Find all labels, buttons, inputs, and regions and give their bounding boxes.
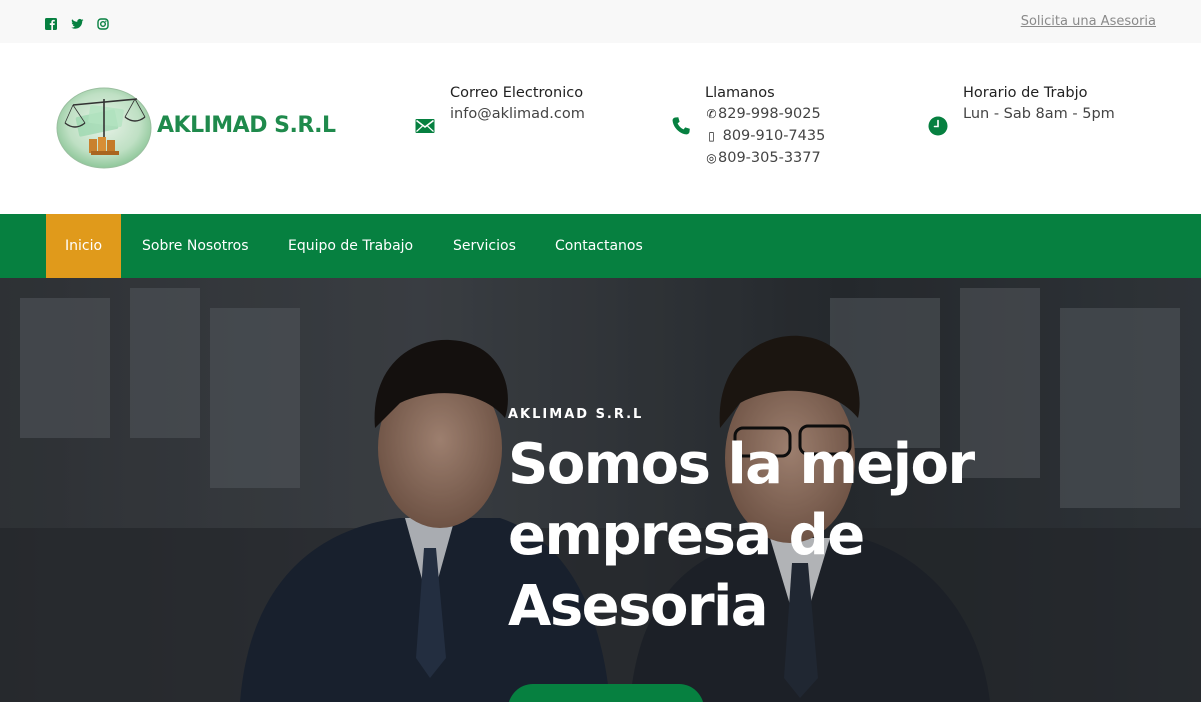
- header: AKLIMAD S.R.L Correo Electronico info@ak…: [0, 43, 1201, 214]
- hours-title: Horario de Trabjo: [963, 85, 1088, 101]
- facebook-icon[interactable]: [45, 15, 57, 30]
- nav-item-servicios[interactable]: Servicios: [453, 214, 516, 278]
- email-value[interactable]: info@aklimad.com: [450, 103, 585, 125]
- instagram-icon[interactable]: [97, 15, 109, 30]
- social-links: [45, 15, 109, 30]
- hero-banner: AKLIMAD S.R.L Somos la mejor empresa de …: [0, 278, 1201, 702]
- phone-title: Llamanos: [705, 85, 775, 101]
- phone-number-1-text: 829-998-9025: [718, 106, 821, 122]
- phone-number-3[interactable]: ◎809-305-3377: [705, 147, 825, 169]
- whatsapp-icon: ◎: [706, 151, 717, 165]
- phone-number-2-text: 809-910-7435: [722, 128, 826, 144]
- main-nav: Inicio Sobre Nosotros Equipo de Trabajo …: [0, 214, 1201, 278]
- nav-item-equipo-de-trabajo[interactable]: Equipo de Trabajo: [288, 214, 413, 278]
- nav-item-inicio[interactable]: Inicio: [46, 214, 122, 278]
- hero-title: Somos la mejor empresa de Asesoria: [508, 432, 975, 639]
- phone-info: Llamanos ✆829-998-9025 ▯ 809-910-7435 ◎8…: [705, 84, 825, 169]
- nav-item-contactanos[interactable]: Contactanos: [555, 214, 643, 278]
- phone-number-1[interactable]: ✆829-998-9025: [705, 103, 825, 125]
- hours-value: Lun - Sab 8am - 5pm: [963, 106, 1115, 122]
- clock-icon: [928, 116, 950, 138]
- hours-info: Horario de Trabjo Lun - Sab 8am - 5pm: [963, 84, 1115, 125]
- hero-subtitle: AKLIMAD S.R.L: [508, 407, 644, 422]
- logo-text[interactable]: AKLIMAD S.R.L: [157, 113, 336, 138]
- logo-image[interactable]: [55, 87, 153, 169]
- hero-cta-button[interactable]: [508, 684, 704, 702]
- phone-number-3-text: 809-305-3377: [718, 150, 821, 166]
- phone-small-icon: ✆: [706, 107, 717, 121]
- email-info: Correo Electronico info@aklimad.com: [450, 84, 585, 125]
- email-icon: [415, 118, 437, 140]
- request-consulting-link[interactable]: Solicita una Asesoria: [1021, 14, 1156, 29]
- twitter-icon[interactable]: [71, 15, 84, 29]
- email-title: Correo Electronico: [450, 85, 584, 101]
- mobile-icon: ▯: [708, 129, 715, 143]
- nav-item-sobre-nosotros[interactable]: Sobre Nosotros: [142, 214, 249, 278]
- phone-number-2[interactable]: ▯ 809-910-7435: [705, 125, 825, 147]
- top-bar: Solicita una Asesoria: [0, 0, 1201, 43]
- phone-icon: [671, 116, 693, 138]
